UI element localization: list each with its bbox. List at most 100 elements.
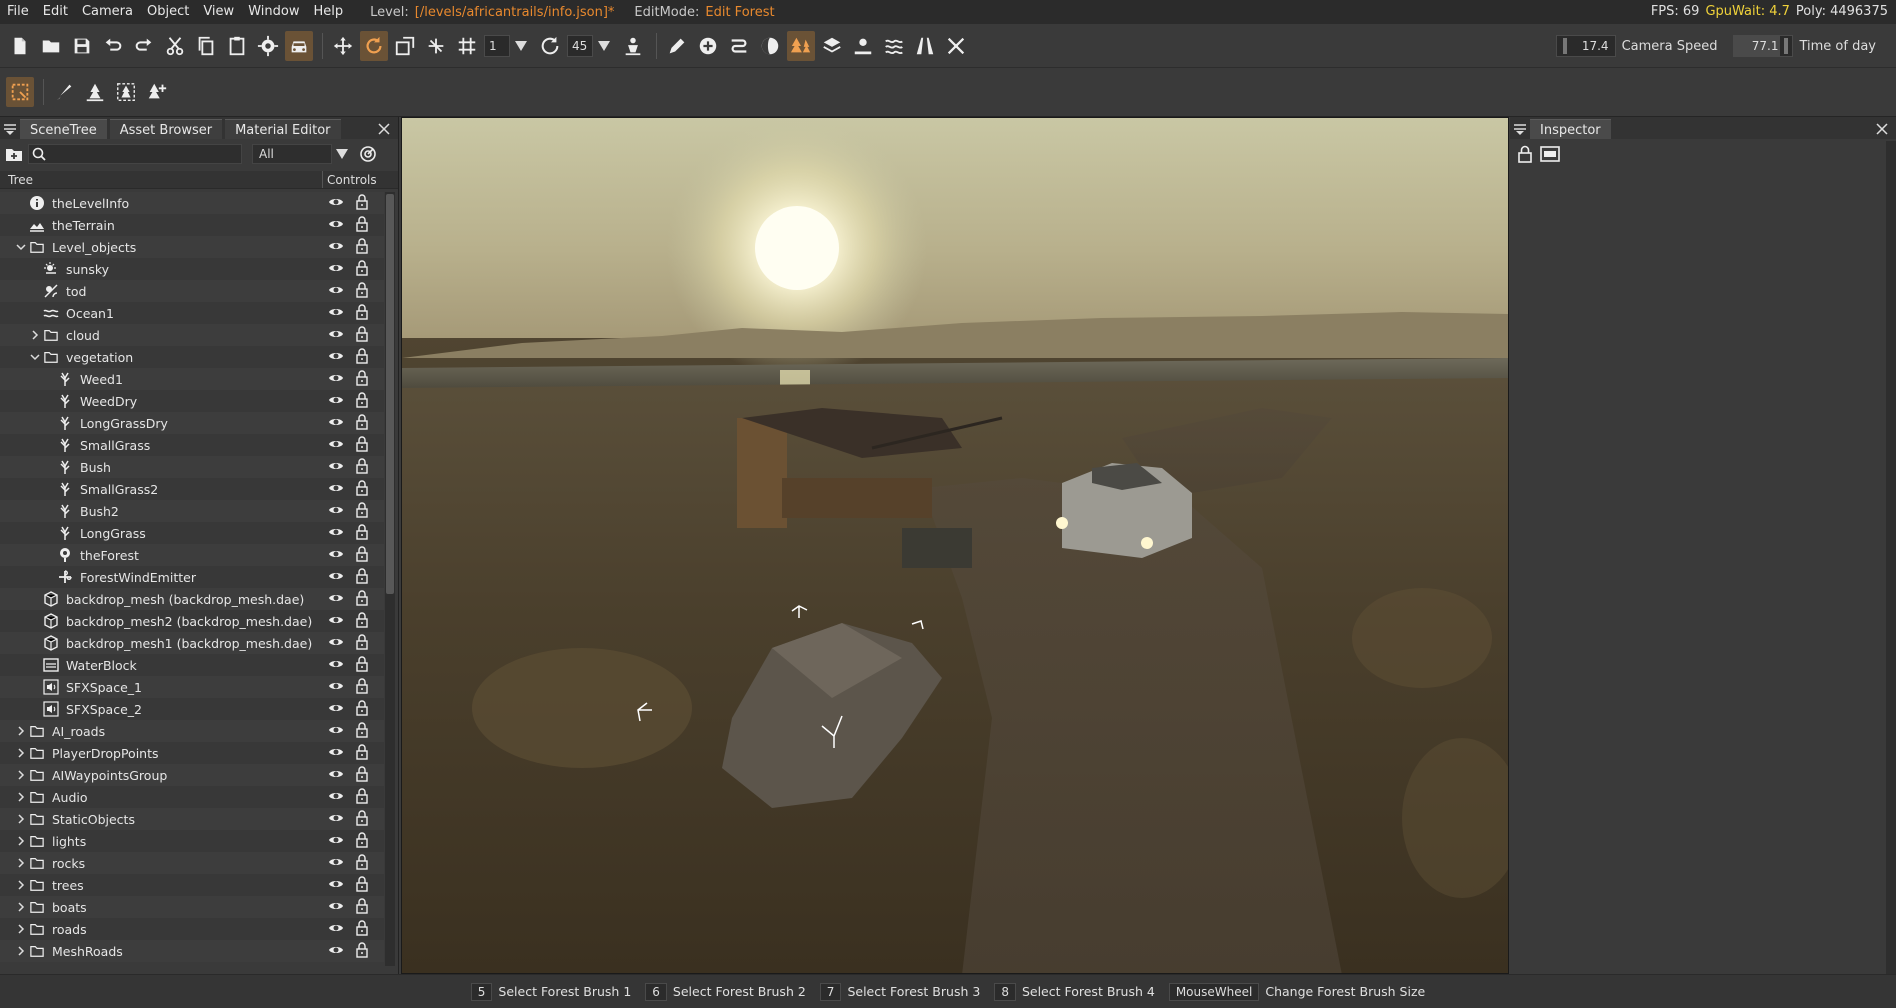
- tree-row[interactable]: trees: [0, 874, 384, 896]
- tree-row-name[interactable]: backdrop_mesh2 (backdrop_mesh.dae): [0, 610, 323, 632]
- lock-toggle[interactable]: [354, 523, 370, 543]
- visibility-toggle[interactable]: [328, 546, 344, 565]
- visibility-toggle[interactable]: [328, 458, 344, 477]
- lock-toggle[interactable]: [354, 809, 370, 829]
- tree-row-name[interactable]: LongGrassDry: [0, 412, 323, 434]
- tree-row[interactable]: LongGrassDry: [0, 412, 384, 434]
- expand-toggle[interactable]: [14, 812, 28, 826]
- visibility-toggle[interactable]: [328, 700, 344, 719]
- forest-paint-button[interactable]: [50, 77, 78, 107]
- panel-menu-button[interactable]: [0, 119, 20, 139]
- visibility-toggle[interactable]: [328, 414, 344, 433]
- rotate-value-field[interactable]: 45: [567, 34, 593, 57]
- lock-toggle[interactable]: [354, 787, 370, 807]
- settings-button[interactable]: [254, 31, 282, 61]
- lock-toggle[interactable]: [354, 875, 370, 895]
- expand-toggle[interactable]: [14, 834, 28, 848]
- camera-speed-slider[interactable]: 17.4: [1555, 35, 1616, 57]
- tree-row-name[interactable]: rocks: [0, 852, 323, 874]
- tree-row-name[interactable]: SFXSpace_1: [0, 676, 323, 698]
- tree-row-name[interactable]: Level_objects: [0, 236, 323, 258]
- tab-asset-browser[interactable]: Asset Browser: [109, 119, 223, 139]
- tree-row-name[interactable]: vegetation: [0, 346, 323, 368]
- expand-toggle[interactable]: [14, 878, 28, 892]
- scene-render[interactable]: [402, 118, 1509, 974]
- tree-row-name[interactable]: SmallGrass: [0, 434, 323, 456]
- visibility-toggle[interactable]: [328, 810, 344, 829]
- visibility-toggle[interactable]: [328, 392, 344, 411]
- visibility-toggle[interactable]: [328, 304, 344, 323]
- inspector-scrollbar[interactable]: [1886, 141, 1896, 974]
- tree-row-name[interactable]: ForestWindEmitter: [0, 566, 323, 588]
- translate-tool-button[interactable]: [329, 31, 357, 61]
- tree-column-header[interactable]: Tree: [0, 171, 323, 188]
- lock-toggle[interactable]: [354, 897, 370, 917]
- visibility-toggle[interactable]: [328, 722, 344, 741]
- tree-row[interactable]: theLevelInfo: [0, 192, 384, 214]
- open-folder-button[interactable]: [37, 31, 65, 61]
- lock-toggle[interactable]: [354, 853, 370, 873]
- road-tool-button[interactable]: [725, 31, 753, 61]
- tree-row[interactable]: rocks: [0, 852, 384, 874]
- tree-row[interactable]: vegetation: [0, 346, 384, 368]
- tree-row-name[interactable]: StaticObjects: [0, 808, 323, 830]
- lock-toggle[interactable]: [354, 237, 370, 257]
- lock-toggle[interactable]: [354, 369, 370, 389]
- visibility-toggle[interactable]: [328, 194, 344, 213]
- controls-column-header[interactable]: Controls: [323, 171, 377, 188]
- visibility-toggle[interactable]: [328, 920, 344, 939]
- 3d-viewport[interactable]: [401, 117, 1509, 974]
- tree-row-name[interactable]: sunsky: [0, 258, 323, 280]
- tree-row[interactable]: cloud: [0, 324, 384, 346]
- visibility-toggle[interactable]: [328, 766, 344, 785]
- paste-button[interactable]: [223, 31, 251, 61]
- tree-row[interactable]: SmallGrass: [0, 434, 384, 456]
- lock-toggle[interactable]: [354, 941, 370, 961]
- tree-row[interactable]: sunsky: [0, 258, 384, 280]
- lock-toggle[interactable]: [354, 215, 370, 235]
- tree-row[interactable]: PlayerDropPoints: [0, 742, 384, 764]
- inspector-menu-button[interactable]: [1510, 119, 1530, 139]
- tab-scenetree[interactable]: SceneTree: [20, 119, 107, 139]
- lock-toggle[interactable]: [354, 831, 370, 851]
- inspector-lock-button[interactable]: [1516, 145, 1534, 167]
- tree-row-name[interactable]: theForest: [0, 544, 323, 566]
- visibility-toggle[interactable]: [328, 326, 344, 345]
- lock-toggle[interactable]: [354, 457, 370, 477]
- tree-row-name[interactable]: WaterBlock: [0, 654, 323, 676]
- menu-edit[interactable]: Edit: [36, 0, 75, 24]
- forest-select-button[interactable]: [6, 77, 34, 107]
- tree-row[interactable]: Bush2: [0, 500, 384, 522]
- scale-tool-button[interactable]: [391, 31, 419, 61]
- tree-row-name[interactable]: PlayerDropPoints: [0, 742, 323, 764]
- expand-toggle[interactable]: [14, 900, 28, 914]
- tree-row-name[interactable]: lights: [0, 830, 323, 852]
- visibility-toggle[interactable]: [328, 612, 344, 631]
- material-layer-button[interactable]: [818, 31, 846, 61]
- decal-tool-button[interactable]: [849, 31, 877, 61]
- tree-row[interactable]: LongGrass: [0, 522, 384, 544]
- tree-row-name[interactable]: AIWaypointsGroup: [0, 764, 323, 786]
- tree-row[interactable]: boats: [0, 896, 384, 918]
- tree-row-name[interactable]: boats: [0, 896, 323, 918]
- tree-row-name[interactable]: Bush: [0, 456, 323, 478]
- lock-toggle[interactable]: [354, 743, 370, 763]
- lock-toggle[interactable]: [354, 413, 370, 433]
- tree-row[interactable]: Weed1: [0, 368, 384, 390]
- expand-toggle[interactable]: [14, 790, 28, 804]
- tree-row-name[interactable]: theLevelInfo: [0, 192, 323, 214]
- tree-row[interactable]: theTerrain: [0, 214, 384, 236]
- visibility-toggle[interactable]: [328, 568, 344, 587]
- visibility-toggle[interactable]: [328, 260, 344, 279]
- close-panel-button[interactable]: [376, 119, 392, 139]
- tree-row[interactable]: SmallGrass2: [0, 478, 384, 500]
- add-group-button[interactable]: [4, 144, 24, 164]
- filter-dropdown-arrow[interactable]: [336, 144, 350, 164]
- menu-camera[interactable]: Camera: [75, 0, 140, 24]
- visibility-toggle[interactable]: [328, 436, 344, 455]
- forest-erase-selected-button[interactable]: [112, 77, 140, 107]
- slider-handle[interactable]: [1784, 38, 1789, 54]
- visibility-toggle[interactable]: [328, 788, 344, 807]
- tree-row-name[interactable]: roads: [0, 918, 323, 940]
- inspector-new-window-button[interactable]: [1540, 145, 1560, 167]
